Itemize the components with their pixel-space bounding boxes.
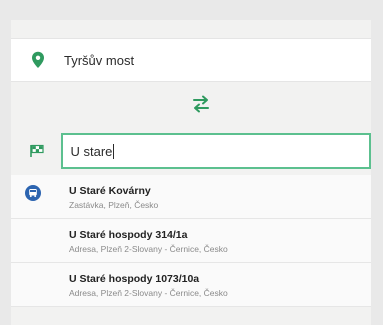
suggestion-item[interactable]: U Staré Kovárny Zastávka, Plzeň, Česko xyxy=(11,175,371,219)
swap-row xyxy=(11,91,371,117)
suggestion-title: U Staré hospody 1073/10a xyxy=(69,273,200,285)
suggestion-subtitle: Adresa, Plzeň 2-Slovany - Černice, Česko xyxy=(69,288,228,298)
bus-stop-icon xyxy=(25,185,41,201)
from-field[interactable]: Tyršův most xyxy=(11,38,371,82)
suggestion-title: U Staré Kovárny xyxy=(69,185,151,197)
location-pin-icon xyxy=(26,48,50,72)
suggestion-subtitle: Zastávka, Plzeň, Česko xyxy=(69,200,159,210)
destination-flag-icon xyxy=(27,141,47,161)
suggestion-subtitle: Adresa, Plzeň 2-Slovany - Černice, Česko xyxy=(69,244,228,254)
suggestion-title: U Staré hospody 314/1a xyxy=(69,229,188,241)
swap-direction-icon[interactable] xyxy=(189,92,213,116)
suggestion-item[interactable]: U Staré hospody 314/1a Adresa, Plzeň 2-S… xyxy=(11,219,371,263)
from-value: Tyršův most xyxy=(64,52,135,68)
suggestion-item[interactable]: U Staré hospody 1073/10a Adresa, Plzeň 2… xyxy=(11,263,371,307)
route-planner-panel: Tyršův most U stare U Staré Kovárny Zast… xyxy=(11,20,371,325)
suggestion-list: U Staré Kovárny Zastávka, Plzeň, Česko U… xyxy=(11,175,371,307)
text-caret xyxy=(113,143,115,159)
app-window: Tyršův most U stare U Staré Kovárny Zast… xyxy=(0,0,383,325)
destination-input[interactable]: U stare xyxy=(60,133,371,169)
destination-input-value: U stare xyxy=(70,143,113,159)
to-field-row: U stare xyxy=(11,130,371,172)
